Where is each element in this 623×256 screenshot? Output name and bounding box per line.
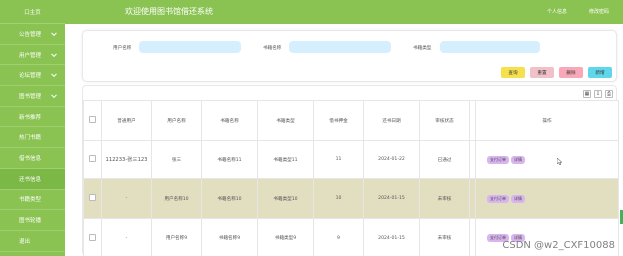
sidebar-item-label: 用户管理 [19,52,42,59]
sidebar: 口主页 公告管理 用户管理 论坛管理 图书管理 新书推荐 热门书籍 借书信息 还… [0,0,65,256]
row-checkbox[interactable] [89,194,96,201]
cell-deposit: 9 [313,218,364,256]
sidebar-item-label: 热门书籍 [19,135,42,142]
chevron-down-icon [51,71,57,78]
page-title: 欢迎使用图书馆借还系统 [125,7,213,16]
row-checkbox[interactable] [89,233,96,241]
column-header[interactable]: 书籍类型 [257,100,314,141]
sidebar-item-users[interactable]: 用户管理 [0,45,65,66]
sidebar-item-label: 退出 [19,238,31,245]
chevron-down-icon [51,50,57,57]
profile-link[interactable]: 个人信息 [547,8,567,15]
book-name-input[interactable] [289,41,391,53]
sidebar-item-logout[interactable]: 退出 [0,231,65,252]
detail-button[interactable]: 详情 [511,194,525,203]
sidebar-item-label: 图书管理 [19,93,42,100]
pay-order-button[interactable]: 支付订单 [487,194,509,203]
sidebar-item-label: 还书信息 [19,176,42,183]
cell-date: 2024-01-22 [363,140,420,179]
sidebar-item-books[interactable]: 图书管理 [0,86,65,107]
sidebar-item-label: 新书推荐 [19,114,42,121]
cell-status: 未审核 [419,218,470,256]
sidebar-item-new-books[interactable]: 新书推荐 [0,107,65,128]
table-row[interactable]: 112233-张三123 张三 书籍名称11 书籍类型11 11 2024-01… [83,140,619,179]
cell-deposit: 11 [313,140,364,179]
sidebar-item-announcements[interactable]: 公告管理 [0,24,65,45]
sidebar-item-label: 图书轮播 [19,218,42,225]
sidebar-item-return-info[interactable]: 还书信息 [0,168,65,190]
pay-order-button[interactable]: 支付订单 [487,155,509,164]
cell-status: 未审核 [419,178,470,219]
column-header[interactable]: 借书押金 [313,100,364,141]
cell-user: - [101,218,152,256]
cell-type: 书籍类型9 [257,218,314,256]
username-label: 用户名称 [113,46,132,51]
mouse-cursor-icon [557,158,563,165]
select-all-checkbox[interactable] [89,116,96,123]
watermark-text: CSDN @w2_CXF10088 [502,240,615,251]
select-all-cell[interactable] [83,100,102,141]
cell-book: 书籍名称11 [201,140,258,179]
sidebar-item-label: 公告管理 [19,31,42,38]
sidebar-item-label: 借书信息 [19,155,42,162]
detail-button[interactable]: 详情 [511,155,525,164]
grid-icon[interactable]: ▦ [583,90,591,98]
search-panel: 用户名称 书籍名称 书籍类型 查询 重置 删除 新增 [82,30,617,82]
column-header[interactable]: 普通用户 [101,100,152,141]
export-icon[interactable]: ⇩ [594,90,602,98]
cell-type: 书籍类型11 [257,140,314,179]
column-header[interactable]: 书籍名称 [201,100,258,141]
sidebar-item-borrow-info[interactable]: 借书信息 [0,148,65,169]
table-row[interactable]: - 用户名称10 书籍名称10 书籍类型10 10 2024-01-15 未审核… [83,178,619,219]
sidebar-item-book-types[interactable]: 书籍类型 [0,190,65,211]
sidebar-item-label: 论坛管理 [19,73,42,80]
change-password-link[interactable]: 修改密码 [589,8,609,15]
column-header[interactable]: 还书日期 [363,100,420,141]
sidebar-item-forum[interactable]: 论坛管理 [0,65,65,87]
cell-book: 书籍名称10 [201,178,258,219]
cell-status: 已通过 [419,140,470,179]
cell-date: 2024-01-15 [363,178,420,219]
book-type-input[interactable] [440,41,540,53]
sidebar-item-carousel[interactable]: 图书轮播 [0,210,65,231]
cell-date: 2024-01-15 [363,218,420,256]
username-input[interactable] [139,41,241,53]
column-header: 操作 [475,100,619,141]
column-header[interactable]: 审核状态 [419,100,470,141]
sidebar-item-popular-books[interactable]: 热门书籍 [0,127,65,149]
table-header-row: 普通用户 用户名称 书籍名称 书籍类型 借书押金 还书日期 审核状态 操作 [83,100,619,141]
delete-button[interactable]: 删除 [559,67,583,78]
book-type-label: 书籍类型 [413,46,432,51]
row-checkbox[interactable] [89,155,96,162]
cell-user: - [101,178,152,219]
print-icon[interactable]: ⎙ [605,90,613,98]
top-header: 欢迎使用图书馆借还系统 个人信息 修改密码 [65,0,623,24]
cell-name: 张三 [151,140,202,179]
table-panel: ▦ ⇩ ⎙ 普通用户 用户名称 书籍名称 书籍类型 借书押金 还书日期 审核状态 [82,85,619,256]
cell-name: 用户名称10 [151,178,202,219]
cell-deposit: 10 [313,178,364,219]
add-button[interactable]: 新增 [588,67,612,78]
cell-book: 书籍名称9 [201,218,258,256]
column-header[interactable]: 用户名称 [151,100,202,141]
book-name-label: 书籍名称 [263,46,282,51]
cell-user: 112233-张三123 [101,140,152,179]
app-window: 口主页 公告管理 用户管理 论坛管理 图书管理 新书推荐 热门书籍 借书信息 还… [0,0,623,256]
chevron-down-icon [51,92,57,98]
sidebar-item-label: 书籍类型 [19,197,42,204]
cell-type: 书籍类型10 [257,178,314,219]
data-table: 普通用户 用户名称 书籍名称 书籍类型 借书押金 还书日期 审核状态 操作 11… [83,100,619,256]
chevron-down-icon [51,30,57,36]
cell-name: 用户名称9 [151,218,202,256]
search-button[interactable]: 查询 [501,67,525,78]
reset-button[interactable]: 重置 [530,67,554,78]
sidebar-home[interactable]: 口主页 [0,0,65,24]
